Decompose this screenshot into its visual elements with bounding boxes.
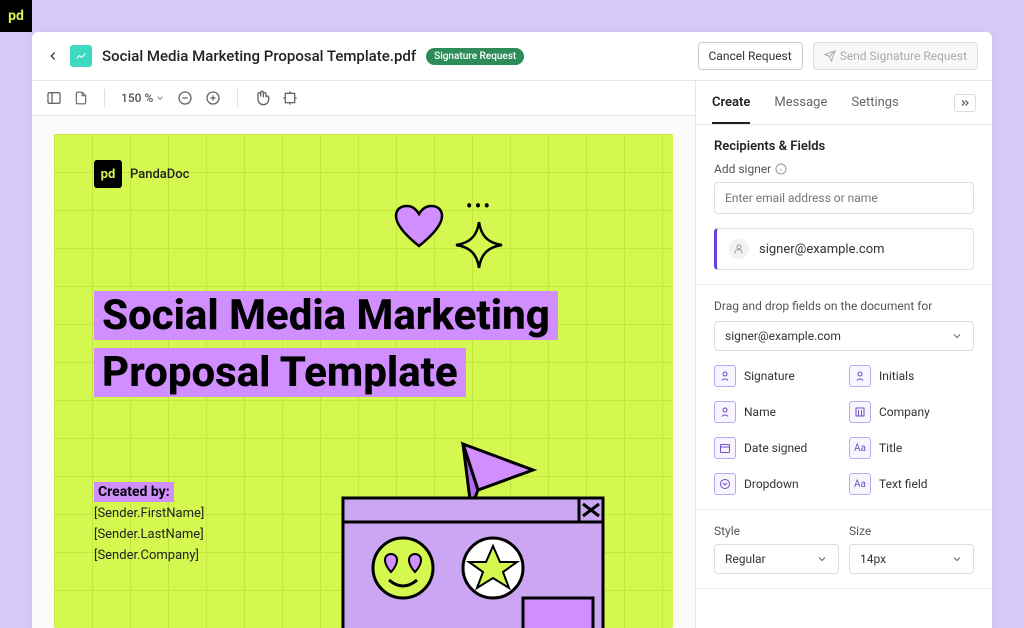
document-type-icon [70, 45, 92, 67]
field-textfield[interactable]: AaText field [849, 473, 974, 495]
signature-icon [714, 365, 736, 387]
zoom-out-icon[interactable] [177, 90, 193, 106]
signer-chip[interactable]: signer@example.com [714, 228, 974, 270]
field-target-select[interactable]: signer@example.com [714, 321, 974, 351]
field-initials[interactable]: Initials [849, 365, 974, 387]
created-by-label: Created by: [94, 482, 174, 502]
chevron-down-icon [951, 330, 963, 342]
pandadoc-logo-icon: pd [94, 160, 122, 188]
signer-email: signer@example.com [759, 242, 885, 257]
chevron-down-icon [816, 553, 828, 565]
tab-settings[interactable]: Settings [851, 83, 898, 122]
document-title: Social Media Marketing Proposal Template… [102, 47, 416, 65]
editor-toolbar: 150 % [32, 81, 695, 116]
dropdown-icon [714, 473, 736, 495]
zoom-level[interactable]: 150 % [121, 91, 165, 105]
back-button[interactable] [46, 49, 60, 63]
page-icon[interactable] [74, 90, 88, 106]
info-icon [775, 163, 787, 175]
style-select[interactable]: Regular [714, 544, 839, 574]
size-select[interactable]: 14px [849, 544, 974, 574]
heart-decoration-icon [394, 204, 444, 249]
document-page: pd PandaDoc ••• Social Media Marketing P… [54, 134, 673, 628]
recipients-heading: Recipients & Fields [714, 139, 974, 154]
field-date[interactable]: Date signed [714, 437, 839, 459]
company-icon [849, 401, 871, 423]
document-canvas[interactable]: pd PandaDoc ••• Social Media Marketing P… [32, 116, 695, 628]
send-signature-button: Send Signature Request [813, 42, 978, 70]
brand-name: PandaDoc [130, 167, 189, 182]
title-icon: Aa [849, 437, 871, 459]
expand-panel-icon[interactable] [954, 94, 976, 112]
avatar-icon [729, 239, 749, 259]
illustration-decoration [323, 438, 623, 628]
field-title[interactable]: AaTitle [849, 437, 974, 459]
app-window: Social Media Marketing Proposal Template… [32, 32, 992, 628]
panel-toggle-icon[interactable] [46, 90, 62, 106]
name-icon [714, 401, 736, 423]
corner-pandadoc-logo: pd [0, 0, 32, 32]
style-label: Style [714, 524, 839, 538]
drag-instruction: Drag and drop fields on the document for [714, 299, 974, 313]
date-icon [714, 437, 736, 459]
textfield-icon: Aa [849, 473, 871, 495]
sparkle-decoration-icon: ••• [454, 194, 504, 270]
initials-icon [849, 365, 871, 387]
header-bar: Social Media Marketing Proposal Template… [32, 32, 992, 81]
field-name[interactable]: Name [714, 401, 839, 423]
size-label: Size [849, 524, 974, 538]
tab-create[interactable]: Create [712, 83, 750, 124]
recipients-section: Recipients & Fields Add signer signer@ex… [696, 125, 992, 285]
field-company[interactable]: Company [849, 401, 974, 423]
style-section: Style Regular Size 14px [696, 510, 992, 589]
select-tool-icon[interactable] [282, 90, 298, 106]
cancel-request-button[interactable]: Cancel Request [698, 42, 803, 70]
field-dropdown[interactable]: Dropdown [714, 473, 839, 495]
chevron-down-icon [951, 553, 963, 565]
add-signer-label: Add signer [714, 162, 974, 176]
status-badge: Signature Request [426, 48, 524, 65]
page-title: Social Media Marketing Proposal Template [94, 288, 633, 401]
editor-pane: 150 % pd [32, 81, 696, 628]
right-panel: Create Message Settings Recipients & Fie… [696, 81, 992, 628]
hand-tool-icon[interactable] [254, 90, 270, 106]
fields-section: Drag and drop fields on the document for… [696, 285, 992, 510]
add-signer-input[interactable] [714, 182, 974, 214]
tab-message[interactable]: Message [774, 83, 827, 122]
panel-tabs: Create Message Settings [696, 81, 992, 125]
zoom-in-icon[interactable] [205, 90, 221, 106]
field-signature[interactable]: Signature [714, 365, 839, 387]
